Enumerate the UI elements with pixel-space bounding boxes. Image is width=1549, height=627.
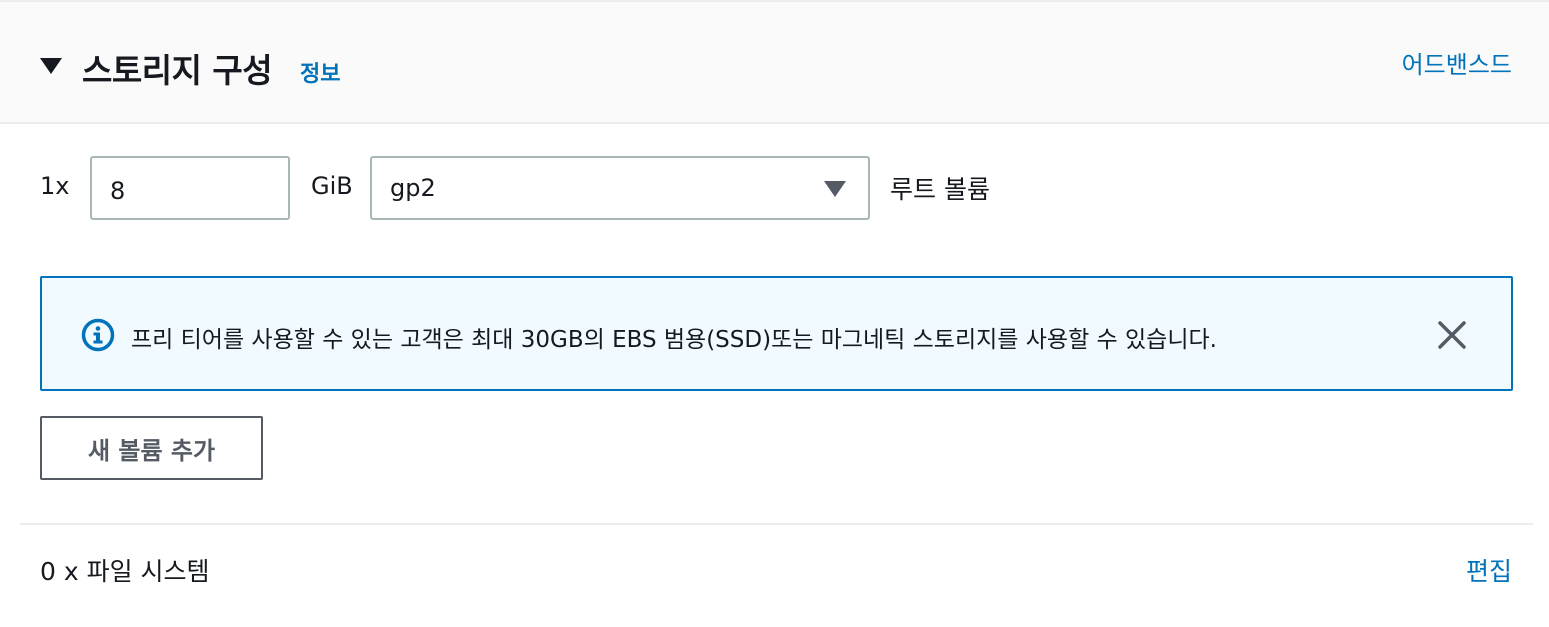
volume-size-input[interactable] <box>90 156 290 220</box>
section-title: 스토리지 구성 <box>82 51 273 90</box>
alert-message: 프리 티어를 사용할 수 있는 고객은 최대 30GB의 EBS 범용(SSD)… <box>131 327 1217 353</box>
add-volume-button[interactable]: 새 볼륨 추가 <box>40 416 263 480</box>
free-tier-alert: 프리 티어를 사용할 수 있는 고객은 최대 30GB의 EBS 범용(SSD)… <box>40 276 1513 391</box>
section-header: 스토리지 구성 정보 어드밴스드 <box>0 0 1549 124</box>
info-icon <box>81 318 115 352</box>
volume-multiplier: 1x <box>40 172 70 200</box>
volume-type-value: gp2 <box>390 174 436 202</box>
storage-config-panel: 스토리지 구성 정보 어드밴스드 1x GiB gp2 루트 볼륨 프리 티어를… <box>0 0 1549 627</box>
root-volume-row: 1x GiB gp2 루트 볼륨 <box>0 156 1549 220</box>
close-icon[interactable] <box>1435 318 1469 352</box>
info-link[interactable]: 정보 <box>300 56 340 88</box>
volume-unit: GiB <box>311 172 353 200</box>
file-systems-label: 0 x 파일 시스템 <box>40 557 210 586</box>
collapse-caret-icon[interactable] <box>40 58 62 74</box>
volume-type-select[interactable]: gp2 <box>370 156 870 220</box>
chevron-down-icon <box>824 181 846 197</box>
edit-file-systems-link[interactable]: 편집 <box>1466 552 1512 588</box>
divider <box>20 523 1533 525</box>
advanced-link[interactable]: 어드밴스드 <box>1402 45 1512 80</box>
root-volume-label: 루트 볼륨 <box>890 175 990 204</box>
